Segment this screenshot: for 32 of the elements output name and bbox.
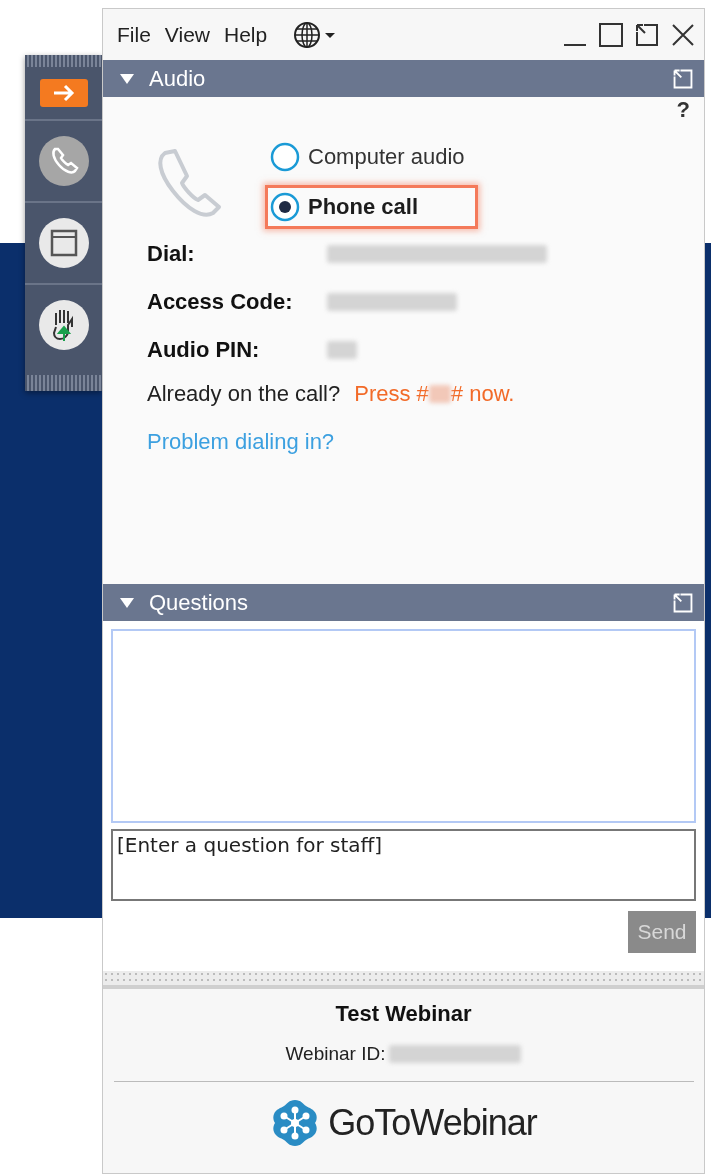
maximize-icon[interactable] xyxy=(598,21,624,48)
redacted-value xyxy=(327,341,357,359)
menu-item[interactable]: Help xyxy=(222,22,270,47)
field-label: Audio PIN: xyxy=(147,337,261,363)
drag-grip[interactable] xyxy=(25,375,102,391)
webinar-title: Test Webinar xyxy=(335,1001,472,1027)
question-field[interactable]: [Enter a question for staff] xyxy=(111,829,696,901)
panel-title: Audio xyxy=(149,65,206,92)
webinar-id-label: Webinar ID: xyxy=(285,1043,386,1065)
popout-icon[interactable] xyxy=(634,21,660,48)
arrow-button[interactable] xyxy=(39,79,88,107)
press-text: # now. xyxy=(450,381,515,407)
help-link[interactable]: ? xyxy=(676,97,690,123)
redacted-value xyxy=(428,385,451,403)
menu-item[interactable]: View xyxy=(162,22,212,47)
resize-handle[interactable] xyxy=(103,971,704,989)
raise-hand-icon[interactable] xyxy=(37,299,90,351)
logo-text: GoToWebinar xyxy=(328,1102,537,1144)
panel-title: Questions xyxy=(149,589,249,616)
field-label: Dial: xyxy=(147,241,196,267)
press-text: Press # xyxy=(354,381,429,407)
panel-header[interactable]: Questions xyxy=(103,584,704,621)
close-icon[interactable] xyxy=(670,21,696,48)
radio-option[interactable]: Computer audio xyxy=(265,135,478,179)
field-label: Access Code: xyxy=(147,289,294,315)
menu-item[interactable]: File xyxy=(115,22,153,47)
drag-grip[interactable] xyxy=(25,55,102,67)
already-text: Already on the call? xyxy=(147,381,341,407)
panel-header[interactable]: Audio xyxy=(103,60,704,97)
phone-icon[interactable] xyxy=(37,135,90,187)
radio-option[interactable]: Phone call xyxy=(265,185,478,229)
window-icon[interactable] xyxy=(37,217,90,269)
